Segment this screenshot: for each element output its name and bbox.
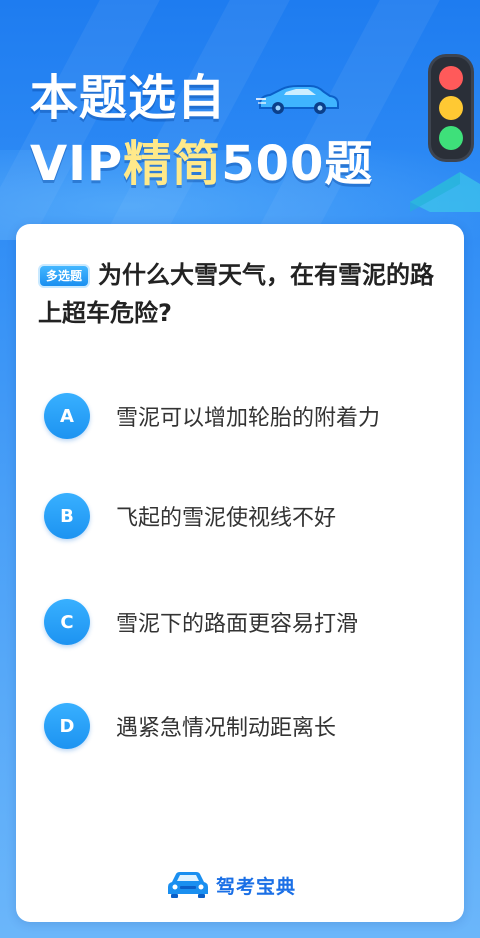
option-d[interactable]: D 遇紧急情况制动距离长 — [44, 702, 444, 750]
question-text: 为什么大雪天气，在有雪泥的路上超车危险? — [38, 261, 435, 327]
brand-logo: 驾考宝典 — [166, 868, 296, 902]
hero-title-prefix: VIP — [30, 136, 124, 192]
car-logo-icon — [168, 872, 208, 898]
hero-banner: 本题选自 VIP精简500题 — [0, 0, 480, 240]
question-type-badge: 多选题 — [38, 264, 91, 288]
traffic-light-icon — [410, 54, 480, 212]
hero-title-highlight: 精简 — [123, 136, 222, 192]
option-text: 飞起的雪泥使视线不好 — [116, 506, 337, 531]
hero-title-line1: 本题选自 — [30, 70, 226, 126]
option-letter: C — [44, 599, 90, 645]
option-text: 雪泥下的路面更容易打滑 — [116, 612, 359, 637]
option-letter: A — [44, 393, 90, 439]
option-c[interactable]: C 雪泥下的路面更容易打滑 — [44, 598, 444, 646]
hero-title-line2: VIP精简500题 — [30, 136, 373, 192]
option-letter: D — [44, 703, 90, 749]
option-letter: B — [44, 493, 90, 539]
option-a[interactable]: A 雪泥可以增加轮胎的附着力 — [44, 392, 444, 440]
car-icon — [256, 85, 339, 114]
option-text: 雪泥可以增加轮胎的附着力 — [116, 406, 381, 431]
question-title: 多选题 为什么大雪天气，在有雪泥的路上超车危险? — [38, 256, 448, 332]
option-b[interactable]: B 飞起的雪泥使视线不好 — [44, 492, 444, 540]
option-text: 遇紧急情况制动距离长 — [116, 716, 337, 741]
question-card: 多选题 为什么大雪天气，在有雪泥的路上超车危险? A 雪泥可以增加轮胎的附着力 B… — [16, 224, 464, 922]
brand-name: 驾考宝典 — [216, 875, 297, 898]
hero-title-suffix: 500题 — [221, 136, 374, 192]
hero-title-text: 本题选自 — [30, 70, 227, 126]
